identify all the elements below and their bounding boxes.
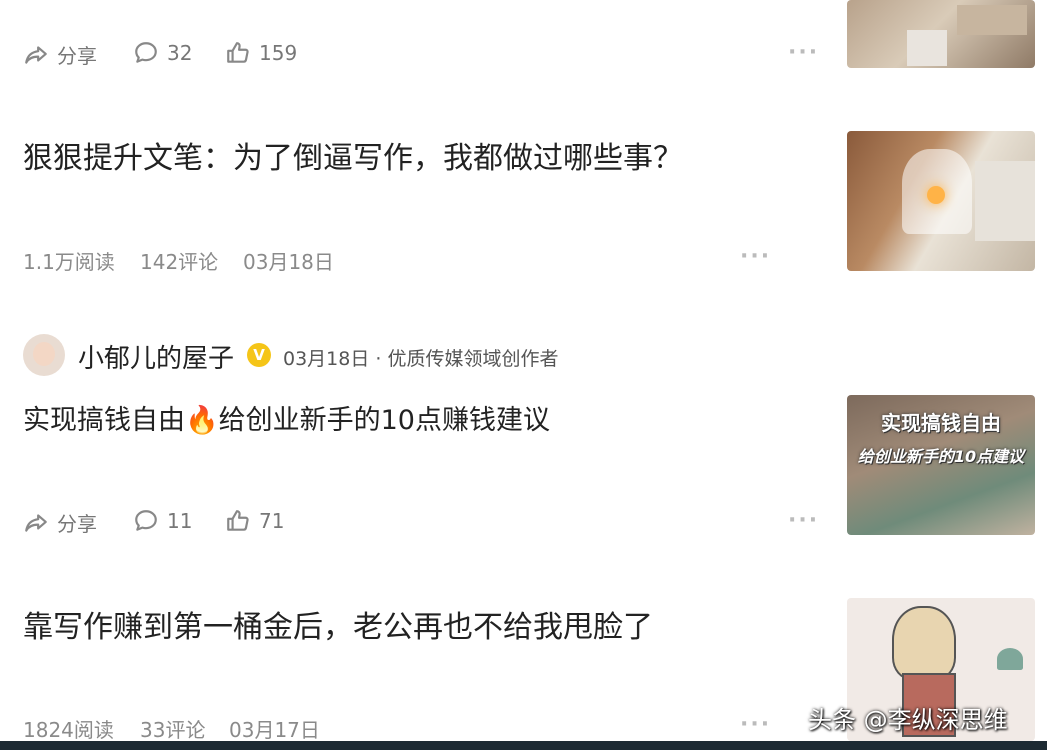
comment-count: 11 <box>167 509 193 533</box>
thumb-decor <box>957 5 1027 35</box>
avatar-face <box>33 342 55 366</box>
share-button[interactable]: 分享 <box>23 508 97 537</box>
thumbs-up-icon <box>227 510 249 531</box>
like-button[interactable]: 71 <box>225 508 284 534</box>
publish-date: 03月18日 <box>243 250 334 274</box>
taskbar <box>0 741 1047 750</box>
share-label: 分享 <box>57 512 97 536</box>
more-icon[interactable]: ··· <box>740 244 771 269</box>
thumb-decor <box>892 606 956 680</box>
thumbs-up-icon <box>227 42 249 63</box>
thumb-decor <box>907 30 947 66</box>
comment-count: 32 <box>167 41 193 65</box>
more-icon[interactable]: ··· <box>740 712 771 737</box>
share-icon <box>25 45 47 64</box>
author-name[interactable]: 小郁儿的屋子 <box>78 338 234 375</box>
watermark: 头条 @李纵深思维 <box>808 706 1008 734</box>
comment-icon <box>135 510 157 531</box>
comment-button[interactable]: 32 <box>133 40 192 66</box>
author-meta: 03月18日 · 优质传媒领域创作者 <box>283 348 559 370</box>
thumb-text-line2: 给创业新手的10点建议 <box>857 447 1025 466</box>
thumb-decor <box>927 186 945 204</box>
thumb-decor <box>997 648 1023 670</box>
comment-count: 142评论 <box>140 250 219 274</box>
article-title[interactable]: 狠狠提升文笔：为了倒逼写作，我都做过哪些事？ <box>23 133 683 177</box>
avatar[interactable] <box>23 334 65 376</box>
like-count: 71 <box>259 509 285 533</box>
article-title[interactable]: 靠写作赚到第一桶金后，老公再也不给我甩脸了 <box>23 602 653 646</box>
thumb-decor <box>975 161 1035 241</box>
publish-date: 03月17日 <box>229 718 320 742</box>
like-count: 159 <box>259 41 298 65</box>
comment-button[interactable]: 11 <box>133 508 192 534</box>
more-icon[interactable]: ··· <box>788 40 819 65</box>
share-button[interactable]: 分享 <box>23 40 97 69</box>
comment-icon <box>135 42 157 63</box>
read-count: 1.1万阅读 <box>23 250 115 274</box>
thumb-text-line1: 实现搞钱自由 <box>881 411 1001 435</box>
article1-thumbnail[interactable] <box>847 131 1035 271</box>
post1-thumbnail[interactable] <box>847 0 1035 68</box>
like-button[interactable]: 159 <box>225 40 297 66</box>
post-title[interactable]: 实现搞钱自由🔥给创业新手的10点赚钱建议 <box>23 398 550 437</box>
verified-badge-icon: V <box>247 343 271 367</box>
more-icon[interactable]: ··· <box>788 508 819 533</box>
comment-count: 33评论 <box>140 718 206 742</box>
read-count: 1824阅读 <box>23 718 114 742</box>
post2-thumbnail[interactable]: 实现搞钱自由 给创业新手的10点建议 <box>847 395 1035 535</box>
share-icon <box>25 513 47 532</box>
share-label: 分享 <box>57 44 97 68</box>
